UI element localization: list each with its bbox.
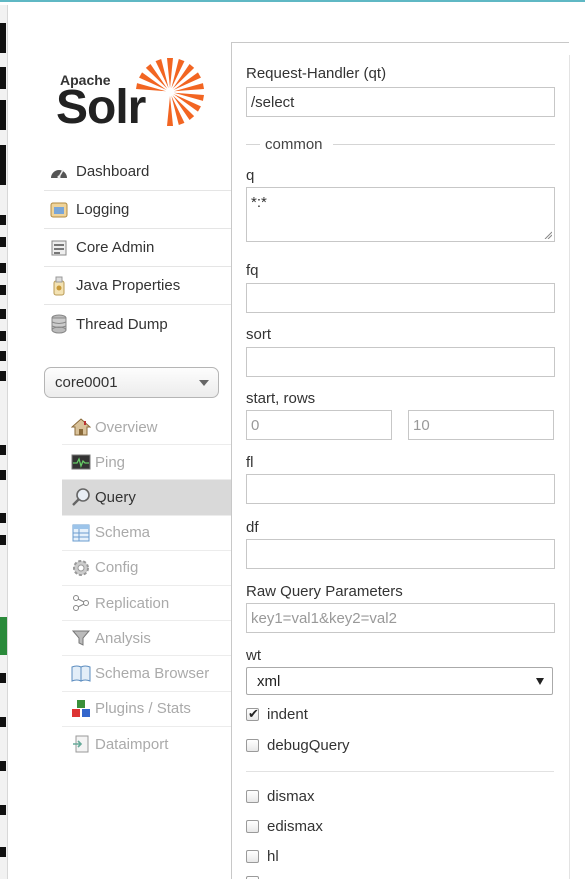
core-nav-label: Schema Browser (95, 664, 210, 682)
df-input[interactable] (246, 539, 555, 569)
sort-input[interactable] (246, 347, 555, 377)
common-legend: common (265, 136, 323, 153)
home-icon (70, 417, 92, 437)
chevron-down-icon (536, 678, 544, 685)
chevron-down-icon (199, 380, 209, 386)
debug-query-checkbox[interactable] (246, 739, 259, 752)
core-nav-item-config[interactable]: Config (62, 551, 231, 586)
start-rows-label: start, rows (246, 390, 316, 407)
ping-icon (70, 452, 92, 472)
request-handler-input[interactable]: /select (246, 87, 555, 117)
replication-icon (70, 593, 92, 613)
main-nav: Dashboard Logging Core Admin Java Proper… (44, 153, 231, 343)
dashboard-icon (48, 162, 70, 182)
core-selector-value: core0001 (55, 374, 118, 391)
gear-icon (70, 558, 92, 578)
plugins-icon (70, 699, 92, 719)
solr-logo[interactable]: Apache Solr (56, 52, 211, 134)
core-nav-label: Query (95, 488, 136, 506)
core-nav-item-overview[interactable]: Overview (62, 410, 231, 446)
q-label: q (246, 167, 255, 184)
options-divider (246, 771, 554, 772)
dataimport-icon (70, 734, 92, 754)
core-nav-item-ping[interactable]: Ping (62, 445, 231, 481)
core-nav-label: Replication (95, 594, 170, 612)
scrollbar-track[interactable] (569, 55, 585, 879)
core-nav-item-replication[interactable]: Replication (62, 586, 231, 622)
edismax-label: edismax (267, 818, 323, 835)
q-value: *:* (251, 194, 267, 211)
fieldset-divider (333, 144, 555, 145)
raw-query-input[interactable]: key1=val1&key2=val2 (246, 603, 555, 633)
core-nav-label: Dataimport (95, 735, 169, 753)
logging-icon (48, 200, 70, 220)
schema-icon (70, 523, 92, 543)
core-nav-label: Schema (95, 524, 151, 542)
core-nav-label: Overview (95, 418, 158, 436)
solr-sun-icon (135, 58, 205, 126)
request-handler-label: Request-Handler (qt) (246, 65, 387, 82)
fl-input[interactable] (246, 474, 555, 504)
fq-label: fq (246, 262, 259, 279)
core-selector[interactable]: core0001 (44, 367, 219, 398)
book-icon (70, 663, 92, 683)
nav-label: Java Properties (76, 277, 181, 294)
start-input[interactable]: 0 (246, 410, 392, 440)
core-nav: Overview Ping Query Schema Config Replic… (62, 410, 231, 762)
query-form: Request-Handler (qt) /select common q *:… (231, 42, 569, 879)
magnifier-icon (70, 487, 92, 507)
sort-label: sort (246, 326, 272, 343)
raw-query-label: Raw Query Parameters (246, 583, 403, 600)
core-nav-label: Analysis (95, 629, 151, 647)
fieldset-divider (246, 144, 260, 145)
resize-grip-icon[interactable] (544, 231, 552, 239)
nav-item-java-properties[interactable]: Java Properties (44, 267, 231, 305)
indent-label: indent (267, 706, 308, 723)
core-nav-label: Ping (95, 453, 126, 471)
dismax-checkbox[interactable] (246, 790, 259, 803)
core-nav-label: Plugins / Stats (95, 700, 191, 718)
core-nav-item-plugins-stats[interactable]: Plugins / Stats (62, 692, 231, 727)
edismax-checkbox[interactable] (246, 820, 259, 833)
core-admin-icon (48, 238, 70, 258)
indent-option[interactable]: ✔ indent (246, 706, 308, 723)
nav-item-dashboard[interactable]: Dashboard (44, 153, 231, 191)
indent-checkbox[interactable]: ✔ (246, 706, 259, 721)
core-nav-item-query[interactable]: Query (62, 480, 231, 516)
dismax-option[interactable]: dismax (246, 788, 315, 805)
hl-checkbox[interactable] (246, 850, 259, 863)
core-nav-item-analysis[interactable]: Analysis (62, 621, 231, 657)
hl-label: hl (267, 848, 279, 865)
debug-query-option[interactable]: debugQuery (246, 737, 350, 754)
nav-label: Logging (76, 201, 130, 218)
fq-input[interactable] (246, 283, 555, 313)
nav-item-logging[interactable]: Logging (44, 191, 231, 229)
background-window-edge (0, 5, 8, 879)
wt-label: wt (246, 647, 261, 664)
thread-dump-icon (48, 314, 70, 334)
wt-value: xml (257, 673, 281, 690)
rows-input[interactable]: 10 (408, 410, 554, 440)
nav-item-thread-dump[interactable]: Thread Dump (44, 305, 231, 343)
nav-label: Thread Dump (76, 315, 168, 333)
nav-label: Core Admin (76, 239, 155, 256)
core-nav-label: Config (95, 559, 139, 577)
java-properties-icon (48, 276, 70, 296)
hl-option[interactable]: hl (246, 848, 279, 865)
core-nav-item-schema-browser[interactable]: Schema Browser (62, 656, 231, 692)
debug-query-label: debugQuery (267, 737, 350, 754)
nav-label: Dashboard (76, 163, 150, 180)
edismax-option[interactable]: edismax (246, 818, 323, 835)
browser-top-border (0, 0, 585, 5)
funnel-icon (70, 628, 92, 648)
core-nav-item-schema[interactable]: Schema (62, 516, 231, 551)
q-textarea[interactable]: *:* (246, 187, 555, 242)
nav-item-core-admin[interactable]: Core Admin (44, 229, 231, 267)
core-nav-item-dataimport[interactable]: Dataimport (62, 727, 231, 762)
df-label: df (246, 519, 259, 536)
wt-select[interactable]: xml (246, 667, 553, 695)
checkmark-icon: ✔ (248, 706, 259, 721)
dismax-label: dismax (267, 788, 315, 805)
fl-label: fl (246, 454, 254, 471)
